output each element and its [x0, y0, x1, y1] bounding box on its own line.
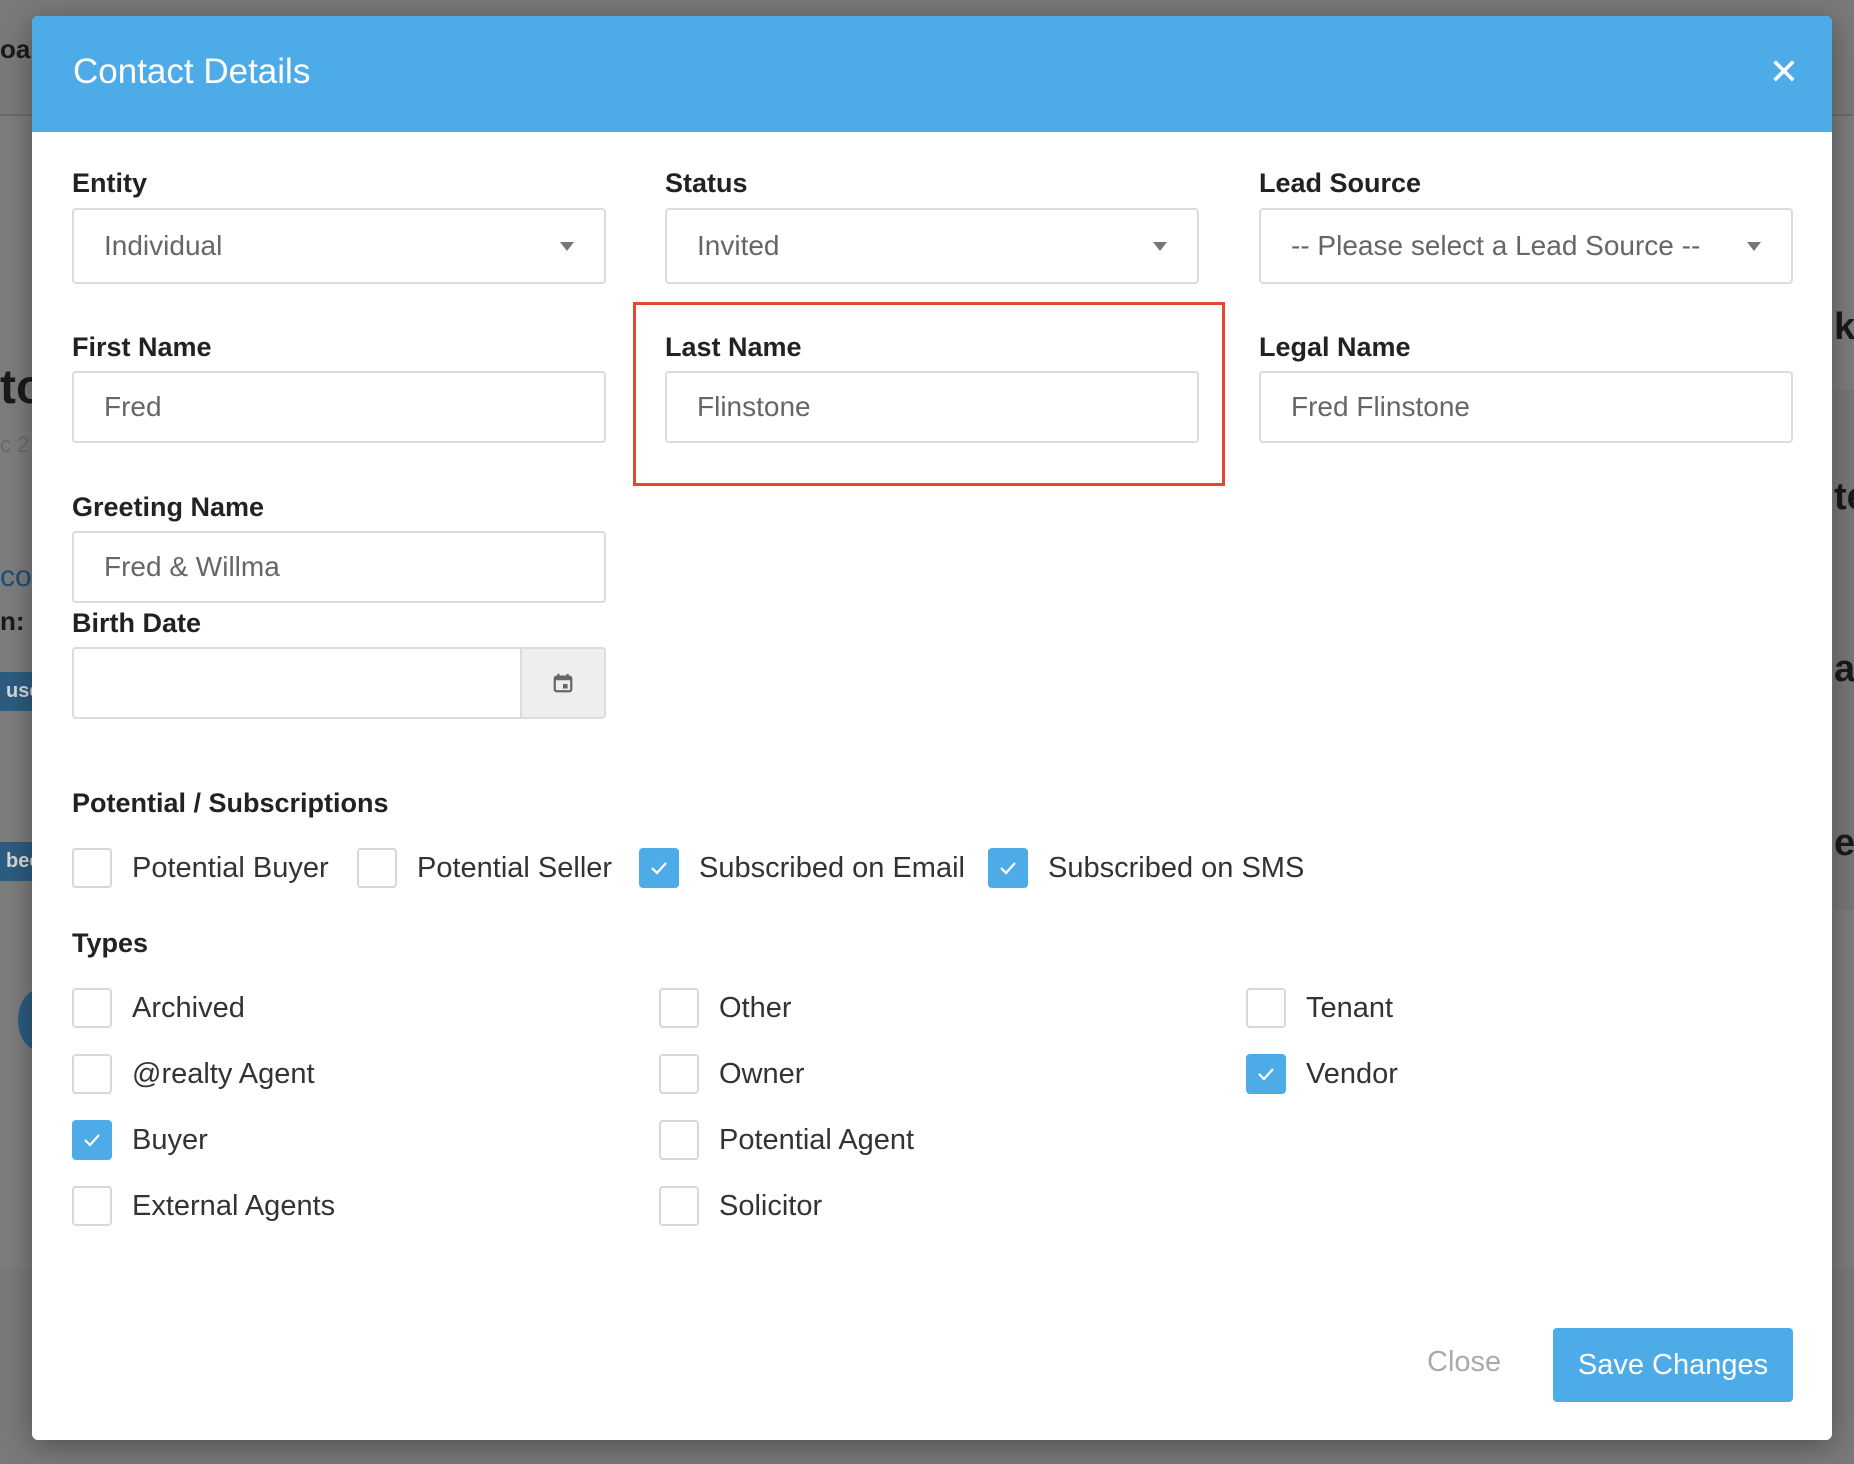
checkbox-label: Other: [719, 991, 792, 1024]
last-name-input[interactable]: Flinstone: [665, 371, 1199, 443]
entity-label: Entity: [72, 168, 148, 198]
subscriptions-title: Potential / Subscriptions: [72, 788, 389, 818]
status-label: Status: [665, 168, 748, 198]
background-text: oa: [0, 34, 31, 64]
checkbox-subscribed-email[interactable]: Subscribed on Email: [639, 848, 965, 888]
checkbox[interactable]: [72, 1054, 112, 1094]
background-text: k: [1834, 306, 1854, 348]
checkbox[interactable]: [72, 1186, 112, 1226]
legal-name-label: Legal Name: [1259, 332, 1411, 362]
check-icon: [1258, 1068, 1274, 1081]
checkbox-potential-buyer[interactable]: Potential Buyer: [72, 848, 329, 888]
checkbox[interactable]: [659, 1120, 699, 1160]
birth-date-label: Birth Date: [72, 608, 202, 638]
checkbox-potential-agent[interactable]: Potential Agent: [659, 1120, 914, 1160]
checkbox-label: Potential Buyer: [132, 851, 329, 884]
background-text: c 2: [0, 432, 30, 457]
check-icon: [84, 1134, 100, 1147]
checkbox-other[interactable]: Other: [659, 988, 792, 1028]
chevron-down-icon: [1153, 242, 1167, 251]
checkbox-vendor[interactable]: Vendor: [1246, 1054, 1398, 1094]
entity-value: Individual: [104, 230, 223, 261]
first-name-input[interactable]: Fred: [72, 371, 606, 443]
checkbox-label: @realty Agent: [132, 1057, 315, 1090]
checkbox[interactable]: [1246, 1054, 1286, 1094]
greeting-name-input[interactable]: Fred & Willma: [72, 531, 606, 603]
checkbox-subscribed-sms[interactable]: Subscribed on SMS: [988, 848, 1304, 888]
checkbox-label: External Agents: [132, 1189, 336, 1222]
contact-details-modal: Contact Details ✕ Entity Individual Stat…: [32, 16, 1832, 1440]
checkbox-label: Potential Agent: [719, 1123, 915, 1156]
checkbox[interactable]: [659, 1054, 699, 1094]
checkbox-label: Solicitor: [719, 1189, 823, 1222]
first-name-label: First Name: [72, 332, 212, 362]
checkbox-tenant[interactable]: Tenant: [1246, 988, 1393, 1028]
greeting-name-label: Greeting Name: [72, 492, 265, 522]
checkbox-realty-agent[interactable]: @realty Agent: [72, 1054, 315, 1094]
checkbox-label: Owner: [719, 1057, 805, 1090]
calendar-icon[interactable]: [520, 649, 604, 717]
background-text: n:: [0, 606, 25, 636]
lead-source-label: Lead Source: [1259, 168, 1422, 198]
lead-source-value: -- Please select a Lead Source --: [1291, 230, 1701, 261]
types-title: Types: [72, 928, 149, 958]
checkbox[interactable]: [659, 1186, 699, 1226]
background-text: ec: [1834, 822, 1854, 864]
checkbox-external-agents[interactable]: External Agents: [72, 1186, 335, 1226]
background-text: at: [1834, 648, 1854, 690]
checkbox-label: Subscribed on SMS: [1048, 851, 1305, 884]
checkbox[interactable]: [639, 848, 679, 888]
checkbox[interactable]: [357, 848, 397, 888]
chevron-down-icon: [560, 242, 574, 251]
close-icon[interactable]: ✕: [1764, 52, 1804, 92]
checkbox-solicitor[interactable]: Solicitor: [659, 1186, 822, 1226]
birth-date-input[interactable]: [72, 647, 606, 719]
checkbox-owner[interactable]: Owner: [659, 1054, 804, 1094]
checkbox-archived[interactable]: Archived: [72, 988, 245, 1028]
entity-select[interactable]: Individual: [72, 208, 606, 284]
checkbox[interactable]: [72, 848, 112, 888]
check-icon: [1000, 862, 1016, 875]
legal-name-input[interactable]: Fred Flinstone: [1259, 371, 1793, 443]
checkbox[interactable]: [659, 988, 699, 1028]
checkbox-label: Subscribed on Email: [699, 851, 965, 884]
checkbox-label: Vendor: [1306, 1057, 1398, 1090]
status-select[interactable]: Invited: [665, 208, 1199, 284]
save-changes-button[interactable]: Save Changes: [1553, 1328, 1793, 1402]
close-button[interactable]: Close: [1427, 1346, 1501, 1379]
checkbox[interactable]: [1246, 988, 1286, 1028]
background-text: te: [1834, 476, 1854, 518]
check-icon: [651, 862, 667, 875]
background-text: co: [0, 560, 32, 593]
checkbox[interactable]: [72, 988, 112, 1028]
checkbox-label: Potential Seller: [417, 851, 613, 884]
checkbox-label: Buyer: [132, 1123, 208, 1156]
modal-title: Contact Details: [73, 52, 311, 91]
checkbox-potential-seller[interactable]: Potential Seller: [357, 848, 612, 888]
checkbox[interactable]: [988, 848, 1028, 888]
checkbox-label: Archived: [132, 991, 245, 1024]
checkbox-label: Tenant: [1306, 991, 1394, 1024]
status-value: Invited: [697, 230, 780, 261]
last-name-label: Last Name: [665, 332, 802, 362]
checkbox[interactable]: [72, 1120, 112, 1160]
checkbox-buyer[interactable]: Buyer: [72, 1120, 208, 1160]
chevron-down-icon: [1747, 242, 1761, 251]
modal-header: Contact Details ✕: [32, 16, 1832, 132]
lead-source-select[interactable]: -- Please select a Lead Source --: [1259, 208, 1793, 284]
